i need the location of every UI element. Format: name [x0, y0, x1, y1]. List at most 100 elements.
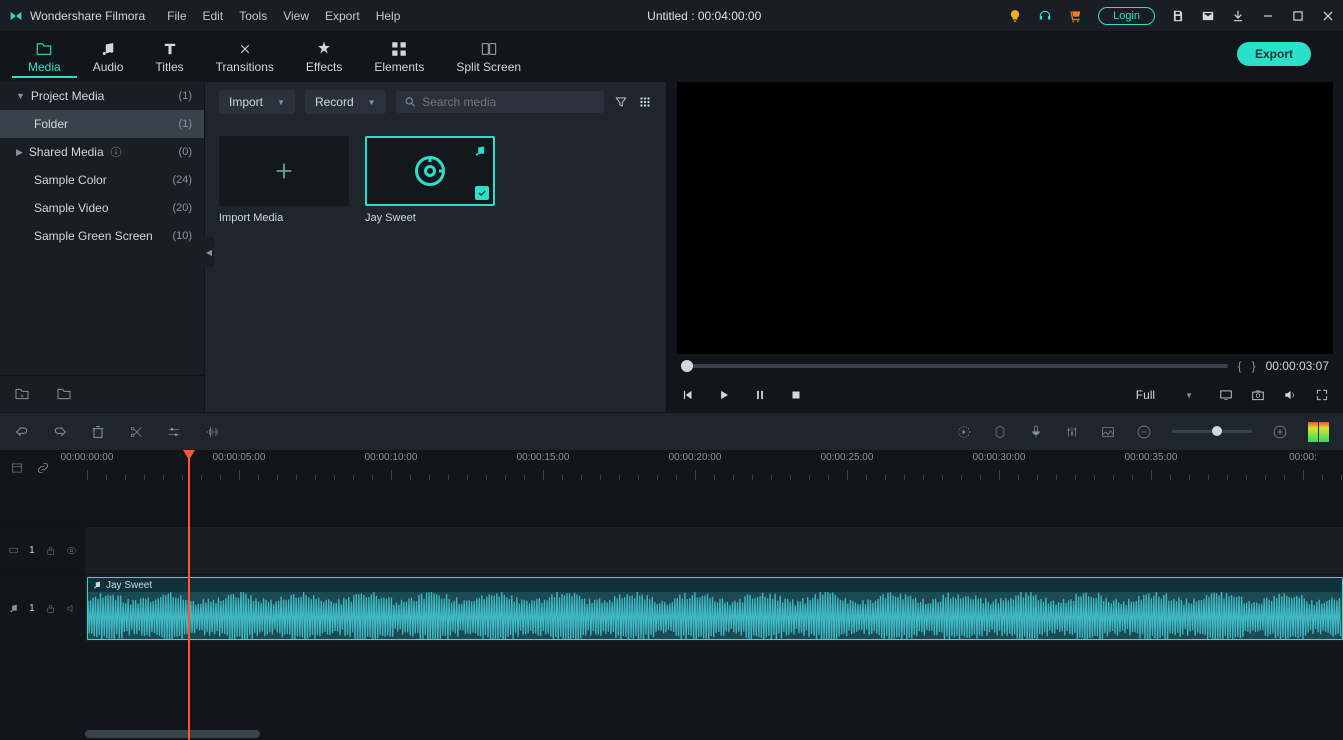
- tab-media-label: Media: [28, 60, 61, 74]
- sidebar-item-sample-color[interactable]: Sample Color (24): [0, 166, 204, 194]
- snapshot-icon[interactable]: [1251, 388, 1265, 402]
- split-screen-icon: [480, 40, 498, 58]
- mic-icon[interactable]: [1028, 424, 1044, 440]
- mail-icon[interactable]: [1201, 9, 1215, 23]
- link-icon[interactable]: [36, 461, 50, 475]
- minimize-icon[interactable]: [1261, 9, 1275, 23]
- menu-tools[interactable]: Tools: [239, 9, 267, 23]
- mark-out-icon[interactable]: }: [1252, 359, 1256, 373]
- track-area: 1 1 Jay Sweet: [0, 486, 1343, 730]
- timeline-scrollbar[interactable]: [85, 730, 260, 738]
- grid-view-icon[interactable]: [638, 95, 652, 109]
- import-media-card[interactable]: Import Media: [219, 136, 349, 224]
- sidebar-item-shared-media[interactable]: ▶Shared Media (0): [0, 138, 204, 166]
- transitions-icon: [236, 40, 254, 58]
- download-icon[interactable]: [1231, 9, 1245, 23]
- headphones-icon[interactable]: [1038, 9, 1052, 23]
- scrub-handle[interactable]: [681, 360, 693, 372]
- preview-zoom-select[interactable]: Full▼: [1128, 384, 1201, 406]
- filter-icon[interactable]: [614, 95, 628, 109]
- sidebar-item-sample-green[interactable]: Sample Green Screen (10): [0, 222, 204, 250]
- track-options-icon[interactable]: [10, 461, 24, 475]
- sidebar-item-project-media[interactable]: ▼Project Media (1): [0, 82, 204, 110]
- import-dropdown[interactable]: Import▼: [219, 90, 295, 114]
- music-note-icon: [92, 580, 102, 590]
- media-card-jay-sweet[interactable]: Jay Sweet: [365, 136, 495, 224]
- eye-icon[interactable]: [66, 544, 77, 557]
- tab-effects[interactable]: Effects: [290, 36, 358, 78]
- mark-in-icon[interactable]: {: [1238, 359, 1242, 373]
- adjust-icon[interactable]: [166, 424, 182, 440]
- lock-icon[interactable]: [45, 602, 56, 615]
- folder-icon[interactable]: [56, 386, 72, 402]
- clip-label: Jay Sweet: [106, 580, 152, 591]
- chevron-right-icon: ▶: [16, 147, 23, 158]
- redo-icon[interactable]: [52, 424, 68, 440]
- audio-wave-icon[interactable]: [204, 424, 220, 440]
- video-track-body[interactable]: [85, 527, 1343, 574]
- menu-export[interactable]: Export: [325, 9, 360, 23]
- audio-clip-jay-sweet[interactable]: Jay Sweet: [87, 577, 1343, 640]
- menu-help[interactable]: Help: [376, 9, 401, 23]
- search-input[interactable]: [422, 95, 596, 109]
- sidebar-item-folder[interactable]: Folder (1): [0, 110, 204, 138]
- export-button[interactable]: Export: [1237, 42, 1311, 66]
- login-button[interactable]: Login: [1098, 7, 1155, 25]
- zoom-out-icon[interactable]: [1136, 424, 1152, 440]
- menu-view[interactable]: View: [283, 9, 309, 23]
- sidebar-item-sample-video[interactable]: Sample Video (20): [0, 194, 204, 222]
- video-track-1[interactable]: 1: [0, 526, 1343, 574]
- pause-icon[interactable]: [753, 388, 767, 402]
- record-dropdown[interactable]: Record▼: [305, 90, 386, 114]
- timeline-zoom-slider[interactable]: [1172, 430, 1252, 433]
- delete-icon[interactable]: [90, 424, 106, 440]
- lightbulb-icon[interactable]: [1008, 9, 1022, 23]
- volume-icon[interactable]: [1283, 388, 1297, 402]
- video-track-icon: [8, 544, 19, 557]
- tab-transitions[interactable]: Transitions: [200, 36, 290, 78]
- tab-split-screen[interactable]: Split Screen: [440, 36, 537, 78]
- close-icon[interactable]: [1321, 9, 1335, 23]
- scrub-slider[interactable]: [681, 364, 1228, 368]
- zoom-label: Full: [1136, 388, 1155, 402]
- search-icon: [404, 95, 417, 109]
- search-input-wrap[interactable]: [396, 91, 604, 113]
- stop-icon[interactable]: [789, 388, 803, 402]
- render-icon[interactable]: [956, 424, 972, 440]
- audio-track-body[interactable]: Jay Sweet: [85, 575, 1343, 642]
- preview-canvas[interactable]: [677, 82, 1333, 354]
- panel-collapse-button[interactable]: ◀: [204, 237, 214, 267]
- audio-meter[interactable]: [1308, 422, 1329, 442]
- audio-track-1[interactable]: 1 Jay Sweet: [0, 574, 1343, 642]
- menu-file[interactable]: File: [167, 9, 186, 23]
- clip-header: Jay Sweet: [88, 578, 1342, 592]
- new-folder-icon[interactable]: [14, 386, 30, 402]
- display-icon[interactable]: [1219, 388, 1233, 402]
- music-note-icon: [8, 602, 19, 615]
- maximize-icon[interactable]: [1291, 9, 1305, 23]
- cart-icon[interactable]: [1068, 9, 1082, 23]
- sidebar-item-label: Shared Media: [29, 145, 104, 159]
- prev-frame-icon[interactable]: [681, 388, 695, 402]
- audio-mixer-icon[interactable]: [1064, 424, 1080, 440]
- timeline-ruler[interactable]: 00:00:00:0000:00:05:0000:00:10:0000:00:1…: [85, 450, 1343, 486]
- image-icon[interactable]: [1100, 424, 1116, 440]
- speaker-icon[interactable]: [66, 602, 77, 615]
- cut-icon[interactable]: [128, 424, 144, 440]
- save-icon[interactable]: [1171, 9, 1185, 23]
- lock-icon[interactable]: [45, 544, 56, 557]
- tab-titles[interactable]: Titles: [139, 36, 199, 78]
- marker-icon[interactable]: [992, 424, 1008, 440]
- undo-icon[interactable]: [14, 424, 30, 440]
- play-icon[interactable]: [717, 388, 731, 402]
- sidebar-item-label: Folder: [34, 117, 68, 131]
- menu-edit[interactable]: Edit: [203, 9, 224, 23]
- sidebar-bottom: [0, 375, 204, 412]
- zoom-slider-handle[interactable]: [1212, 426, 1222, 436]
- tab-media[interactable]: Media: [12, 36, 77, 78]
- fullscreen-icon[interactable]: [1315, 388, 1329, 402]
- tab-audio[interactable]: Audio: [77, 36, 140, 78]
- zoom-in-icon[interactable]: [1272, 424, 1288, 440]
- check-badge-icon: [475, 186, 489, 200]
- tab-elements[interactable]: Elements: [358, 36, 440, 78]
